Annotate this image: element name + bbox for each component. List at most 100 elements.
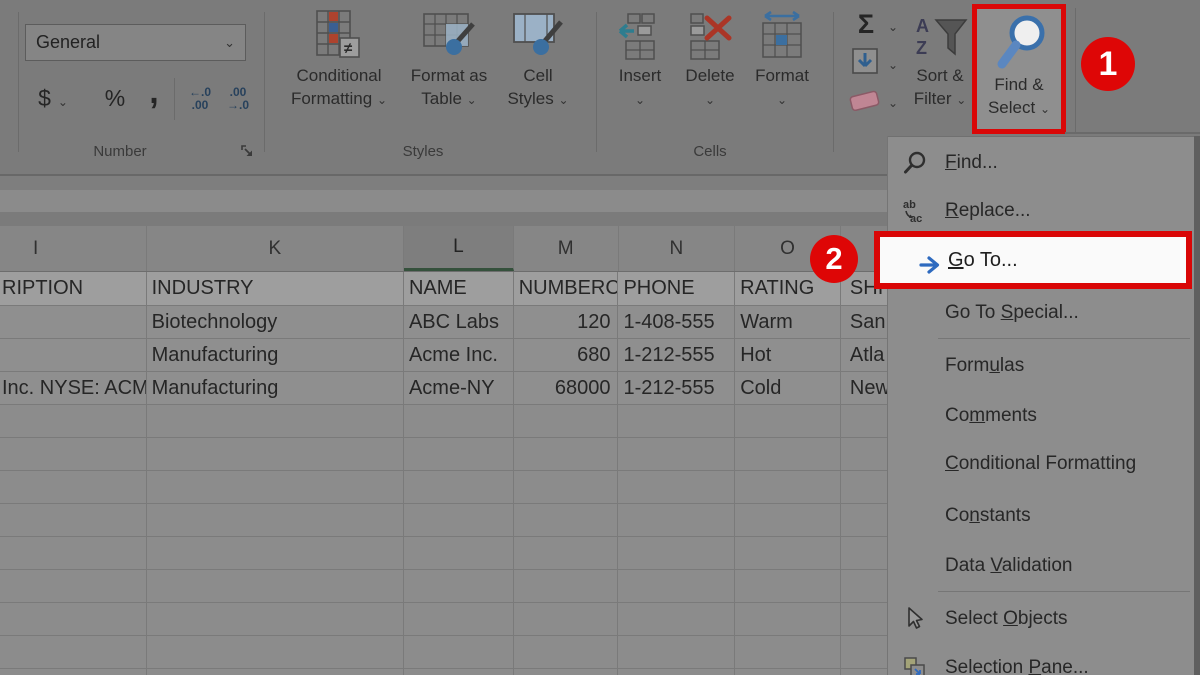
menu-item-conditional-formatting[interactable]: Conditional Formatting [888, 442, 1194, 486]
cell[interactable] [0, 306, 147, 338]
menu-item-select-objects[interactable]: Select Objects [888, 597, 1194, 641]
cell[interactable] [0, 603, 147, 635]
cell[interactable]: 68000 [514, 372, 619, 404]
cell[interactable] [147, 504, 404, 536]
cell[interactable] [618, 603, 735, 635]
cell[interactable]: Acme Inc. [404, 339, 514, 371]
cell[interactable] [404, 669, 514, 675]
menu-item-comments[interactable]: Comments [888, 394, 1194, 438]
accounting-format-button[interactable]: $ [28, 80, 78, 116]
cell[interactable]: Warm [735, 306, 841, 338]
conditional-formatting-button[interactable]: ≠ Conditional Formatting [288, 0, 390, 110]
cell[interactable] [0, 339, 147, 371]
cell[interactable] [514, 570, 619, 602]
cell[interactable] [0, 669, 147, 675]
cell[interactable] [735, 669, 841, 675]
cell[interactable] [0, 471, 147, 503]
cell[interactable]: 680 [514, 339, 619, 371]
cell[interactable] [735, 636, 841, 668]
cell[interactable]: Hot [735, 339, 841, 371]
cell[interactable] [147, 669, 404, 675]
number-dialog-launcher[interactable] [240, 144, 256, 165]
cell[interactable] [618, 438, 735, 470]
cell[interactable]: NAME [404, 272, 514, 305]
number-format-dropdown[interactable]: General ⌄ [25, 24, 246, 61]
column-header-N[interactable]: N [619, 226, 736, 271]
cell[interactable] [618, 537, 735, 569]
clear-dropdown[interactable] [888, 94, 898, 112]
cell[interactable] [147, 537, 404, 569]
format-cells-button[interactable]: Format [748, 0, 816, 110]
cell[interactable] [514, 438, 619, 470]
cell[interactable]: Biotechnology [147, 306, 404, 338]
menu-item-go-to-special[interactable]: Go To Special... [888, 291, 1194, 335]
cell[interactable] [514, 636, 619, 668]
column-header-K[interactable]: K [147, 226, 404, 271]
cell[interactable] [147, 471, 404, 503]
cell[interactable] [618, 471, 735, 503]
cell[interactable] [618, 405, 735, 437]
cell[interactable] [147, 438, 404, 470]
cell[interactable] [0, 438, 147, 470]
cell[interactable] [735, 537, 841, 569]
cell[interactable] [514, 603, 619, 635]
cell[interactable] [514, 504, 619, 536]
cell[interactable] [735, 471, 841, 503]
cell[interactable] [147, 636, 404, 668]
cell[interactable]: 1-212-555 [618, 372, 735, 404]
cell[interactable] [147, 405, 404, 437]
find-select-button[interactable]: Find & Select [977, 9, 1061, 119]
cell[interactable] [735, 603, 841, 635]
sort-filter-button[interactable]: A Z Sort & Filter [906, 0, 974, 110]
percent-style-button[interactable]: % [95, 80, 135, 116]
cell[interactable] [404, 438, 514, 470]
cell[interactable] [404, 405, 514, 437]
menu-item-formulas[interactable]: Formulas [888, 344, 1194, 388]
delete-cells-button[interactable]: Delete [676, 0, 744, 110]
menu-item-find[interactable]: Find... [888, 141, 1194, 185]
cell[interactable] [735, 438, 841, 470]
cell[interactable] [735, 504, 841, 536]
cell[interactable]: 1-408-555 [618, 306, 735, 338]
autosum-button[interactable]: Σ [850, 8, 882, 40]
format-as-table-button[interactable]: Format as Table [396, 0, 502, 110]
clear-button[interactable] [848, 88, 882, 119]
menu-item-constants[interactable]: Constants [888, 494, 1194, 538]
cell[interactable]: PHONE [618, 272, 735, 305]
cell[interactable]: Cold [735, 372, 841, 404]
cell[interactable] [735, 570, 841, 602]
fill-dropdown[interactable] [888, 56, 898, 74]
cell[interactable] [0, 537, 147, 569]
cell[interactable] [0, 636, 147, 668]
cell[interactable] [735, 405, 841, 437]
menu-item-go-to[interactable]: Go To... [874, 231, 1192, 289]
cell[interactable] [514, 669, 619, 675]
increase-decimal-button[interactable]: ←.0 .00 [182, 80, 218, 118]
cell[interactable] [404, 570, 514, 602]
cell[interactable] [404, 537, 514, 569]
comma-style-button[interactable]: , [138, 72, 170, 112]
menu-item-selection-pane[interactable]: Selection Pane... [888, 646, 1194, 675]
menu-item-data-validation[interactable]: Data Validation [888, 544, 1194, 588]
column-header-M[interactable]: M [514, 226, 619, 271]
cell[interactable] [404, 471, 514, 503]
cell[interactable]: 1-212-555 [618, 339, 735, 371]
autosum-dropdown[interactable] [888, 18, 898, 36]
cell[interactable] [618, 636, 735, 668]
cell[interactable] [404, 636, 514, 668]
cell[interactable] [0, 570, 147, 602]
cell[interactable] [0, 405, 147, 437]
decrease-decimal-button[interactable]: .00 →.0 [220, 80, 256, 118]
cell[interactable]: RIPTION [0, 272, 147, 305]
cell[interactable] [514, 405, 619, 437]
cell[interactable]: NUMBERC [514, 272, 619, 305]
cell[interactable]: Acme-NY [404, 372, 514, 404]
cell[interactable]: Manufacturing [147, 339, 404, 371]
column-header-I[interactable]: I [0, 226, 147, 271]
menu-item-replace[interactable]: abacReplace... [888, 189, 1194, 233]
cell[interactable] [147, 570, 404, 602]
cell[interactable] [618, 570, 735, 602]
cell[interactable] [147, 603, 404, 635]
cell[interactable]: ABC Labs [404, 306, 514, 338]
cell[interactable] [514, 537, 619, 569]
